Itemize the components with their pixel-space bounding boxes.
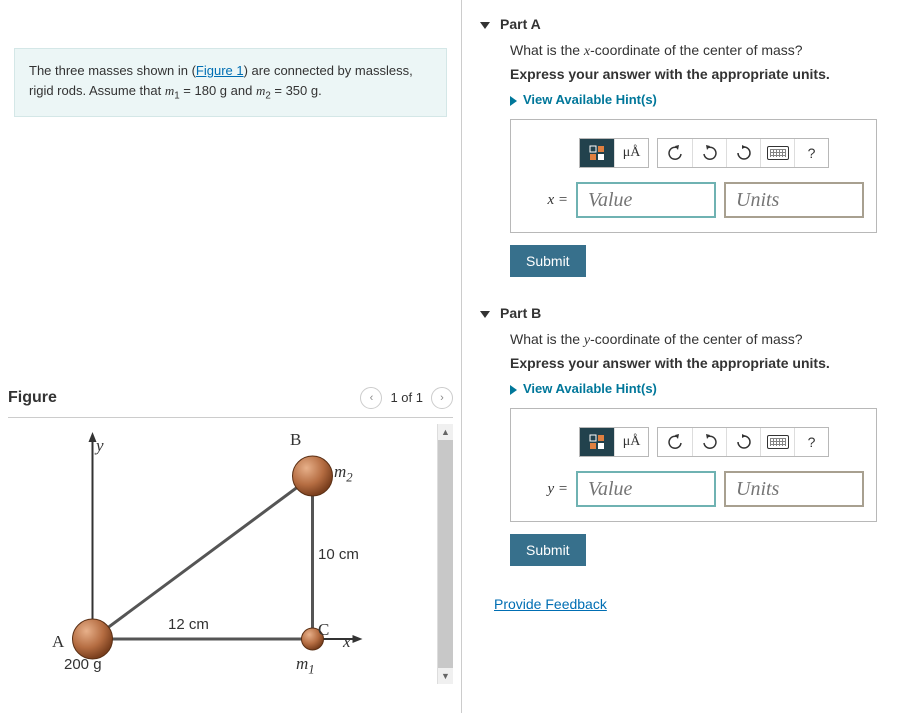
- part-a-answer-row: x =: [523, 182, 864, 218]
- part-a-units-input[interactable]: [724, 182, 864, 218]
- part-b-instruction: Express your answer with the appropriate…: [510, 355, 877, 371]
- mass-a-label: 200 g: [64, 656, 102, 673]
- part-b-answer-row: y =: [523, 471, 864, 507]
- problem-text-prefix: The three masses shown in (: [29, 63, 196, 78]
- part-a-body: What is the x-coordinate of the center o…: [462, 42, 899, 279]
- m2-label: m2: [334, 462, 353, 485]
- part-b-toolbar: μÅ ?: [579, 427, 864, 457]
- scroll-track[interactable]: [438, 440, 453, 668]
- m2-eq: = 350 g.: [271, 83, 322, 98]
- collapse-icon: [480, 22, 490, 29]
- pager-prev-button[interactable]: ‹: [360, 387, 382, 409]
- special-chars-button[interactable]: μÅ: [614, 139, 648, 167]
- part-a-submit-button[interactable]: Submit: [510, 245, 586, 277]
- reset-button[interactable]: [726, 139, 760, 167]
- part-b-units-input[interactable]: [724, 471, 864, 507]
- m1-label: m1: [296, 654, 315, 677]
- side-bc-label: 10 cm: [318, 546, 359, 563]
- templates-button[interactable]: [580, 139, 614, 167]
- m1-eq: = 180 g and: [180, 83, 256, 98]
- keyboard-icon: [767, 146, 789, 160]
- part-b-hints-link[interactable]: View Available Hint(s): [510, 381, 877, 396]
- point-b-label: B: [290, 430, 301, 450]
- expand-icon: [510, 385, 517, 395]
- help-button[interactable]: ?: [794, 428, 828, 456]
- special-chars-button[interactable]: μÅ: [614, 428, 648, 456]
- part-b-value-input[interactable]: [576, 471, 716, 507]
- m2-var: m: [256, 83, 265, 98]
- part-a-toolbar: μÅ ?: [579, 138, 864, 168]
- keyboard-button[interactable]: [760, 428, 794, 456]
- point-a-label: A: [52, 632, 64, 652]
- figure-title: Figure: [8, 389, 360, 407]
- right-pane: Part A What is the x-coordinate of the c…: [462, 0, 899, 713]
- part-b-title: Part B: [500, 305, 541, 321]
- side-ac-label: 12 cm: [168, 616, 209, 633]
- pager-next-button[interactable]: ›: [431, 387, 453, 409]
- undo-button[interactable]: [658, 139, 692, 167]
- part-a-value-input[interactable]: [576, 182, 716, 218]
- scroll-down-icon[interactable]: ▼: [438, 668, 453, 684]
- part-b-submit-button[interactable]: Submit: [510, 534, 586, 566]
- point-c-label: C: [318, 620, 329, 640]
- figure-link[interactable]: Figure 1: [196, 63, 244, 78]
- figure-header: Figure ‹ 1 of 1 ›: [8, 387, 453, 418]
- part-a-var-label: x =: [523, 192, 568, 209]
- figure-scrollbar[interactable]: ▲ ▼: [437, 424, 453, 684]
- part-b-header[interactable]: Part B: [462, 299, 899, 331]
- collapse-icon: [480, 311, 490, 318]
- axis-y-label: y: [96, 436, 104, 456]
- axis-x-label: x: [343, 632, 351, 652]
- problem-statement: The three masses shown in (Figure 1) are…: [14, 48, 447, 117]
- part-a-answer-box: μÅ ? x =: [510, 119, 877, 233]
- scroll-thumb[interactable]: [438, 440, 453, 668]
- part-b-var-label: y =: [523, 481, 568, 498]
- keyboard-icon: [767, 435, 789, 449]
- redo-button[interactable]: [692, 139, 726, 167]
- keyboard-button[interactable]: [760, 139, 794, 167]
- templates-button[interactable]: [580, 428, 614, 456]
- figure-body: y B m2 10 cm C x m1 12 cm A 200 g ▲ ▼: [8, 424, 453, 684]
- figure-section: Figure ‹ 1 of 1 ›: [0, 387, 461, 684]
- reset-button[interactable]: [726, 428, 760, 456]
- part-a-question: What is the x-coordinate of the center o…: [510, 42, 877, 60]
- m1-var: m: [165, 83, 174, 98]
- provide-feedback-link[interactable]: Provide Feedback: [462, 596, 607, 612]
- redo-button[interactable]: [692, 428, 726, 456]
- help-button[interactable]: ?: [794, 139, 828, 167]
- part-b: Part B What is the y-coordinate of the c…: [462, 289, 899, 578]
- part-a-instruction: Express your answer with the appropriate…: [510, 66, 877, 82]
- scroll-up-icon[interactable]: ▲: [438, 424, 453, 440]
- part-b-answer-box: μÅ ? y =: [510, 408, 877, 522]
- undo-button[interactable]: [658, 428, 692, 456]
- part-a-header[interactable]: Part A: [462, 10, 899, 42]
- pager-text: 1 of 1: [390, 390, 423, 405]
- part-a: Part A What is the x-coordinate of the c…: [462, 0, 899, 289]
- part-a-title: Part A: [500, 16, 541, 32]
- figure-pager: ‹ 1 of 1 ›: [360, 387, 453, 409]
- expand-icon: [510, 96, 517, 106]
- part-b-question: What is the y-coordinate of the center o…: [510, 331, 877, 349]
- left-pane: The three masses shown in (Figure 1) are…: [0, 0, 462, 713]
- figure-diagram: y B m2 10 cm C x m1 12 cm A 200 g: [8, 424, 437, 684]
- part-a-hints-link[interactable]: View Available Hint(s): [510, 92, 877, 107]
- part-b-body: What is the y-coordinate of the center o…: [462, 331, 899, 568]
